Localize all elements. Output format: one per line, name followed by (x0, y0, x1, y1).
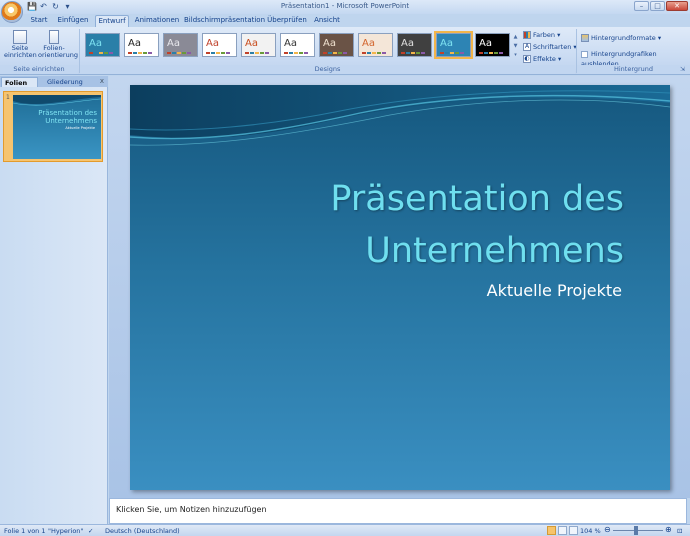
farben-button[interactable]: Farben ▾ (523, 30, 560, 40)
theme-color-swatches (401, 52, 425, 54)
background-styles-icon (581, 34, 589, 42)
group-label-designs: Designs (80, 65, 575, 74)
theme-color-swatches (128, 52, 152, 54)
zoom-slider[interactable] (613, 530, 663, 531)
slide-title[interactable]: Präsentation des Unternehmens (194, 173, 624, 277)
folienorientierung-label: Folien-orientierung (38, 44, 78, 59)
group-label-hintergrund: Hintergrund (577, 65, 690, 74)
minimize-button[interactable]: – (634, 1, 649, 11)
theme-color-swatches (362, 52, 386, 54)
office-button[interactable] (1, 1, 23, 23)
effekte-button[interactable]: ◐ Effekte ▾ (523, 54, 561, 64)
checkbox-icon (581, 50, 588, 58)
gallery-scroll: ▲ ▼ ▾ (512, 33, 519, 61)
spellcheck-icon[interactable]: ✓ (88, 527, 93, 535)
theme-color-swatches (167, 52, 191, 54)
slide-count: Folie 1 von 1 (4, 527, 46, 535)
slide-wave-graphic (130, 85, 670, 146)
slide-number: 1 (6, 94, 10, 101)
dialog-launcher-icon[interactable]: ⇲ (680, 66, 685, 73)
close-pane-icon[interactable]: x (100, 77, 104, 85)
folienorientierung-button[interactable]: Folien-orientierung (38, 30, 78, 59)
gallery-down-icon[interactable]: ▼ (512, 42, 519, 51)
normal-view-icon[interactable] (547, 526, 556, 535)
tab-einfuegen[interactable]: Einfügen (55, 15, 91, 27)
slides-pane-tabs: Folien Gliederung x (0, 76, 108, 87)
thumbnail-preview: Präsentation des Unternehmens Aktuelle P… (13, 95, 101, 159)
seite-einrichten-button[interactable]: Seite einrichten (4, 30, 37, 59)
theme-thumbnail[interactable]: Aa (319, 33, 354, 57)
theme-thumbnail[interactable]: Aa (241, 33, 276, 57)
theme-thumbnail[interactable]: Aa (475, 33, 510, 57)
slide-canvas[interactable]: Präsentation des Unternehmens Aktuelle P… (130, 85, 670, 490)
theme-thumbnail[interactable]: Aa (358, 33, 393, 57)
fonts-icon: A (523, 43, 531, 51)
theme-color-swatches (440, 52, 464, 54)
gallery-up-icon[interactable]: ▲ (512, 33, 519, 42)
slide-sorter-icon[interactable] (558, 526, 567, 535)
language-indicator[interactable]: Deutsch (Deutschland) (105, 527, 180, 535)
slide-editing-area: Präsentation des Unternehmens Aktuelle P… (109, 76, 690, 498)
slideshow-view-icon[interactable] (569, 526, 578, 535)
tab-ansicht[interactable]: Ansicht (312, 15, 342, 27)
theme-name: "Hyperion" (48, 527, 84, 535)
theme-color-swatches (323, 52, 347, 54)
zoom-in-icon[interactable]: ⊕ (665, 525, 672, 534)
theme-color-swatches (245, 52, 269, 54)
ribbon: Seite einrichten Folien-orientierung Sei… (0, 27, 690, 75)
tab-start[interactable]: Start (26, 15, 52, 27)
maximize-button[interactable]: □ (650, 1, 665, 11)
slide-orientation-icon (49, 30, 59, 44)
slide-subtitle[interactable]: Aktuelle Projekte (322, 281, 622, 300)
zoom-level[interactable]: 104 % (580, 527, 601, 535)
thumbnail-subtitle: Aktuelle Projekte (65, 126, 95, 130)
thumbnail-title: Präsentation des Unternehmens (38, 109, 97, 125)
farben-label: Farben (533, 31, 556, 39)
tab-animationen[interactable]: Animationen (134, 15, 180, 27)
schriftarten-label: Schriftarten (533, 43, 572, 51)
theme-thumbnail[interactable]: Aa (124, 33, 159, 57)
zoom-out-icon[interactable]: ⊖ (604, 525, 611, 534)
notes-placeholder: Klicken Sie, um Notizen hinzuzufügen (116, 505, 267, 514)
title-bar: 💾 ↶ ↻ ▾ Präsentation1 - Microsoft PowerP… (0, 0, 690, 23)
effekte-label: Effekte (533, 55, 556, 63)
colors-icon (523, 31, 531, 39)
theme-thumbnail[interactable]: Aa (434, 31, 473, 59)
status-bar: Folie 1 von 1 "Hyperion" ✓ Deutsch (Deut… (0, 524, 690, 536)
theme-color-swatches (479, 52, 503, 54)
window-controls: – □ ✕ (634, 1, 688, 11)
tab-entwurf[interactable]: Entwurf (95, 15, 129, 27)
slide-thumbnail[interactable]: 1 Präsentation des Unternehmens Aktuelle… (3, 91, 103, 162)
notes-pane[interactable]: Klicken Sie, um Notizen hinzuzufügen (109, 498, 687, 524)
tab-bildschirmpraesentation[interactable]: Bildschirmpräsentation (184, 15, 265, 27)
theme-thumbnail[interactable]: Aa (85, 33, 120, 57)
window-title: Präsentation1 - Microsoft PowerPoint (280, 2, 410, 10)
hintergrundformate-label: Hintergrundformate (591, 34, 656, 42)
tab-folien[interactable]: Folien (1, 77, 38, 87)
theme-thumbnail[interactable]: Aa (397, 33, 432, 57)
effects-icon: ◐ (523, 55, 531, 63)
theme-color-swatches (284, 52, 308, 54)
theme-color-swatches (89, 52, 113, 54)
slides-pane: Folien Gliederung x 1 Präsentation des U… (0, 76, 108, 524)
hintergrundformate-button[interactable]: Hintergrundformate ▾ (581, 33, 661, 43)
gallery-more-icon[interactable]: ▾ (512, 51, 519, 60)
page-setup-icon (13, 30, 27, 44)
ribbon-tabs: Start Einfügen Entwurf Animationen Bilds… (0, 14, 690, 27)
tab-gliederung[interactable]: Gliederung (44, 77, 86, 87)
fit-to-window-icon[interactable]: ⊡ (677, 527, 682, 535)
seite-einrichten-label: Seite einrichten (4, 44, 37, 59)
close-button[interactable]: ✕ (666, 1, 688, 11)
group-label-seite-einrichten: Seite einrichten (0, 65, 78, 74)
theme-thumbnail[interactable]: Aa (163, 33, 198, 57)
theme-color-swatches (206, 52, 230, 54)
tab-ueberpruefen[interactable]: Überprüfen (267, 15, 307, 27)
schriftarten-button[interactable]: A Schriftarten ▾ (523, 42, 577, 52)
theme-thumbnail[interactable]: Aa (202, 33, 237, 57)
hintergrundgrafiken-checkbox[interactable]: Hintergrundgrafiken ausblenden (581, 49, 690, 68)
theme-thumbnail[interactable]: Aa (280, 33, 315, 57)
zoom-slider-handle[interactable] (634, 526, 638, 535)
